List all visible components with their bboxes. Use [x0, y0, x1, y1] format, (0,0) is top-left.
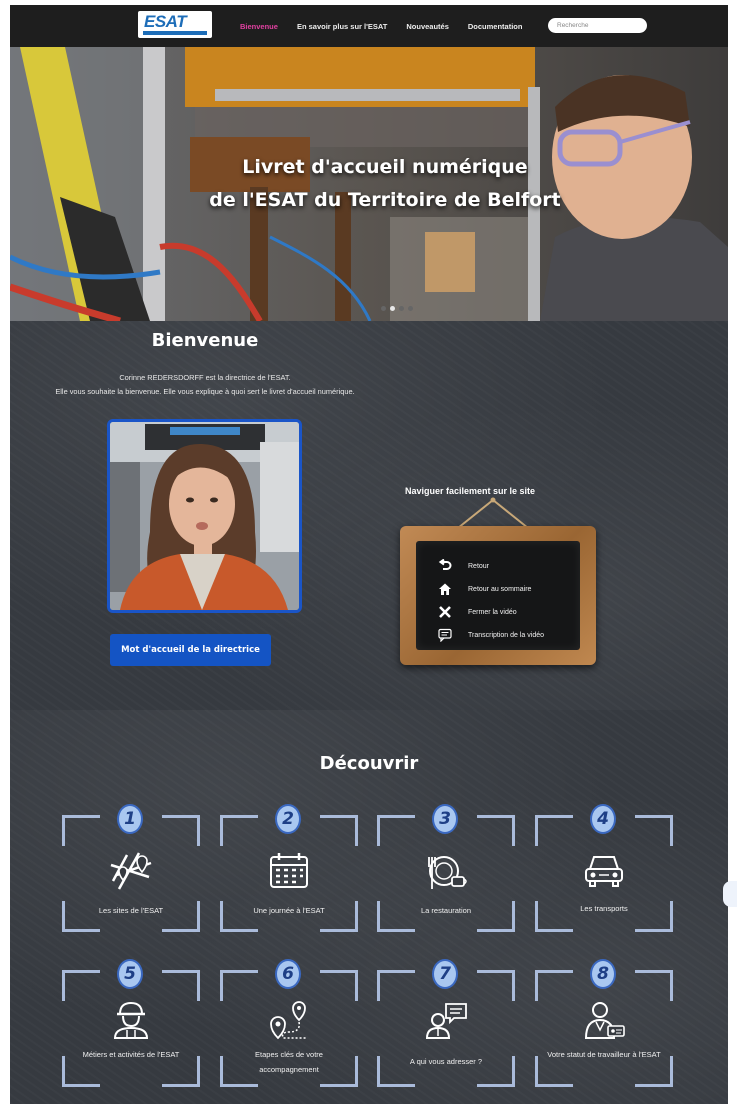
home-icon	[438, 582, 452, 596]
frame-corner	[162, 970, 200, 1001]
nav-link-bienvenue[interactable]: Bienvenue	[240, 22, 278, 31]
card-label: Les sites de l'ESAT	[98, 906, 164, 915]
restaurant-icon	[428, 856, 467, 889]
hero-banner: Livret d'accueil numérique de l'ESAT du …	[10, 47, 728, 321]
card-transports[interactable]: 4 Les transports	[535, 804, 673, 932]
card-label: Votre statut de travailleur à l'ESAT	[547, 1050, 661, 1059]
calendar-icon	[270, 853, 308, 888]
card-label: Les transports	[580, 904, 628, 913]
welcome-text: Corinne REDERSDORFF est la directrice de…	[10, 371, 400, 399]
card-sites-esat[interactable]: 1 Les sites de l'ESAT	[62, 804, 200, 932]
frame-corner	[220, 815, 258, 846]
director-portrait	[110, 422, 299, 610]
slider-dot-active[interactable]	[390, 306, 395, 311]
frame-corner	[377, 970, 415, 1001]
car-icon	[585, 856, 623, 887]
slider-dot[interactable]	[399, 306, 404, 311]
director-video-thumbnail[interactable]	[107, 419, 302, 613]
card-restauration[interactable]: 3 La restauration	[377, 804, 515, 932]
card-number-badge: 7	[432, 959, 458, 989]
frame-corner	[635, 970, 673, 1001]
frame-corner	[62, 970, 100, 1001]
card-contacts[interactable]: 7 A qui vous adresser ?	[377, 959, 515, 1087]
legend-label-return: Retour	[468, 562, 490, 570]
card-etapes[interactable]: 6 Etapes clés de votre accompagnement	[220, 959, 358, 1087]
frame-corner	[535, 815, 573, 846]
legend-row-return: Retour	[438, 559, 489, 573]
card-journee-esat[interactable]: 2 Une journée à l'ESAT	[220, 804, 358, 932]
card-number-badge: 5	[117, 959, 143, 989]
frame-corner	[162, 815, 200, 846]
frame-corner	[377, 815, 415, 846]
route-icon	[270, 1001, 307, 1040]
card-label: Etapes clés de votre accompagnement	[255, 1050, 323, 1074]
card-label: Métiers et activités de l'ESAT	[82, 1050, 180, 1059]
worker-icon	[113, 1001, 149, 1039]
card-number-badge: 1	[117, 804, 143, 834]
frame-corner	[635, 815, 673, 846]
card-number-badge: 6	[275, 959, 301, 989]
frame-corner	[62, 815, 100, 846]
frame-corner	[477, 970, 515, 1001]
legend-row-close: Fermer la vidéo	[438, 605, 517, 619]
nav-link-nouveautes[interactable]: Nouveautés	[406, 22, 449, 31]
contact-person-icon	[425, 1003, 467, 1039]
frame-corner	[477, 815, 515, 846]
hero-title-line1: Livret d'accueil numérique	[242, 156, 528, 178]
card-label: La restauration	[420, 906, 472, 915]
frame-corner	[320, 970, 358, 1001]
card-number-badge: 4	[590, 804, 616, 834]
legend-row-home: Retour au sommaire	[438, 582, 531, 596]
welcome-text-line1: Corinne REDERSDORFF est la directrice de…	[119, 373, 291, 382]
frame-corner	[535, 970, 573, 1001]
card-label: Une journée à l'ESAT	[253, 906, 325, 915]
card-statut[interactable]: 8 Votre statut de travailleur à l'ESAT	[535, 959, 673, 1087]
map-icon	[110, 852, 152, 890]
welcome-section: Bienvenue Corinne REDERSDORFF est la dir…	[10, 321, 728, 710]
welcome-text-line2: Elle vous souhaite la bienvenue. Elle vo…	[55, 387, 355, 396]
nav-links: Bienvenue En savoir plus sur l'ESAT Nouv…	[240, 5, 522, 47]
slider-dot[interactable]	[408, 306, 413, 311]
top-navbar: ESAT Bienvenue En savoir plus sur l'ESAT…	[10, 5, 728, 47]
hero-title: Livret d'accueil numérique de l'ESAT du …	[185, 151, 585, 217]
logo-text: ESAT	[144, 12, 187, 31]
side-tab[interactable]	[723, 881, 737, 907]
card-number-badge: 3	[432, 804, 458, 834]
legend-label-close: Fermer la vidéo	[468, 608, 517, 616]
navigation-legend-board: Retour Retour au sommaire Fermer la vidé…	[400, 526, 596, 665]
slider-dots	[381, 306, 413, 311]
director-welcome-button[interactable]: Mot d'accueil de la directrice	[110, 634, 271, 666]
discover-section: Découvrir 1 Les sites de l'ESAT 2 Une jo…	[10, 710, 737, 1104]
frame-corner	[320, 815, 358, 846]
legend-label-home: Retour au sommaire	[468, 585, 532, 593]
search-input[interactable]	[548, 18, 647, 33]
card-metiers[interactable]: 5 Métiers et activités de l'ESAT	[62, 959, 200, 1087]
nav-link-en-savoir-plus[interactable]: En savoir plus sur l'ESAT	[297, 22, 387, 31]
frame-corner	[220, 970, 258, 1001]
worker-status-icon	[584, 1002, 625, 1039]
legend-row-transcript: Transcription de la vidéo	[438, 628, 544, 642]
slider-dot[interactable]	[381, 306, 386, 311]
close-icon	[438, 605, 452, 619]
card-label: A qui vous adresser ?	[409, 1057, 483, 1066]
card-number-badge: 8	[590, 959, 616, 989]
legend-label-transcript: Transcription de la vidéo	[468, 631, 545, 639]
logo-underline	[143, 31, 207, 35]
nav-link-documentation[interactable]: Documentation	[468, 22, 523, 31]
return-arrow-icon	[438, 559, 452, 573]
chalkboard-panel: Retour Retour au sommaire Fermer la vidé…	[416, 541, 580, 650]
welcome-title: Bienvenue	[151, 330, 259, 351]
nav-help-title: Naviguer facilement sur le site	[404, 486, 536, 496]
discover-title: Découvrir	[319, 753, 419, 774]
transcript-icon	[438, 628, 452, 642]
esat-logo[interactable]: ESAT	[138, 11, 212, 38]
hero-title-line2: de l'ESAT du Territoire de Belfort	[209, 189, 561, 211]
card-number-badge: 2	[275, 804, 301, 834]
